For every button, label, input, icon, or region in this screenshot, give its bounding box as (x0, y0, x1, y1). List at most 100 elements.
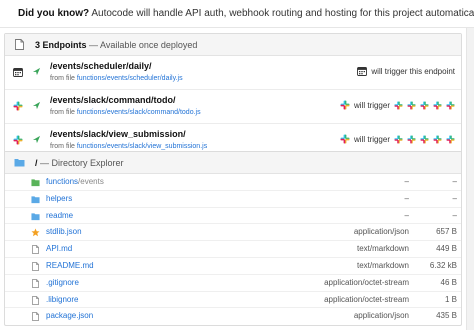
slack-icon (13, 135, 23, 145)
directory-path: / (35, 157, 38, 168)
folder-icon (31, 179, 40, 187)
file-size: – (452, 177, 457, 186)
file-name-text: readme (46, 210, 74, 220)
file-size: 6.32 kB (429, 260, 457, 270)
endpoint-file-link[interactable]: functions/events/slack/command/todo.js (77, 109, 201, 116)
file-name[interactable]: API.md (46, 244, 72, 253)
banner-message: Autocode will handle API auth, webhook r… (91, 8, 474, 19)
file-size: – (452, 193, 457, 203)
file-name[interactable]: functions/events (46, 177, 104, 186)
directory-row[interactable]: .libignore application/octet-stream 1 B (5, 292, 461, 309)
file-name-text: helpers (46, 193, 73, 203)
endpoint-file-link[interactable]: functions/events/scheduler/daily.js (77, 75, 183, 82)
from-file-label: from file (50, 143, 75, 150)
file-name[interactable]: package.json (46, 311, 93, 320)
file-name[interactable]: .libignore (46, 295, 78, 304)
directory-header: / — Directory Explorer (5, 152, 461, 174)
file-subpath: /events (78, 177, 104, 186)
file-icon (32, 295, 39, 305)
folder-icon (31, 212, 40, 220)
endpoint-source: from file functions/events/scheduler/dai… (50, 75, 183, 82)
trigger-text: will trigger (353, 100, 390, 110)
slack-icon (407, 134, 416, 144)
file-name-text: package.json (46, 311, 94, 321)
file-name[interactable]: stdlib.json (46, 227, 82, 236)
directory-row[interactable]: README.md text/markdown 6.32 kB (5, 258, 461, 275)
directory-title: / — Directory Explorer (35, 158, 124, 168)
directory-row[interactable]: readme – – (5, 208, 461, 225)
directory-row[interactable]: stdlib.json application/json 657 B (5, 224, 461, 242)
file-name-text: functions (46, 177, 79, 186)
slack-icon (420, 134, 429, 144)
trigger-info: will trigger (340, 100, 455, 110)
slack-icon (340, 134, 350, 144)
folder-icon (13, 157, 25, 169)
slack-icon (446, 134, 455, 144)
endpoint-row[interactable]: /events/scheduler/daily/from file functi… (5, 56, 461, 90)
directory-panel: / — Directory Explorer functions/events –… (4, 151, 462, 327)
directory-row[interactable]: .gitignore application/octet-stream 46 B (5, 275, 461, 292)
file-type: – (404, 210, 409, 220)
file-size: 46 B (440, 277, 457, 287)
did-you-know-banner: Did you know? Autocode will handle API a… (0, 0, 474, 28)
slack-icon (13, 101, 23, 111)
file-name-text: stdlib.json (46, 227, 82, 237)
document-icon (13, 39, 25, 51)
file-name[interactable]: README.md (46, 261, 94, 270)
file-name-text: .gitignore (46, 277, 79, 287)
directory-row[interactable]: helpers – – (5, 191, 461, 208)
file-type: – (404, 177, 409, 186)
send-arrow-icon (32, 101, 41, 110)
endpoints-header: 3 Endpoints — Available once deployed (5, 34, 461, 56)
file-name[interactable]: helpers (46, 194, 72, 203)
slack-icon (433, 134, 442, 144)
from-file-label: from file (50, 109, 75, 116)
endpoint-source: from file functions/events/slack/command… (50, 109, 201, 116)
slack-icon (407, 100, 416, 110)
file-type: application/json (353, 227, 409, 237)
directory-row[interactable]: functions/events – – (5, 174, 461, 191)
endpoint-source: from file functions/events/slack/view_su… (50, 143, 207, 150)
file-name[interactable]: readme (46, 211, 73, 220)
endpoints-list: /events/scheduler/daily/from file functi… (5, 56, 461, 158)
file-type: application/octet-stream (324, 277, 409, 287)
calendar-icon (357, 67, 368, 76)
banner-text: Did you know? Autocode will handle API a… (18, 8, 474, 19)
file-type: application/json (353, 311, 409, 321)
trigger-text: will trigger this endpoint (371, 66, 455, 76)
file-icon (32, 262, 39, 271)
endpoint-path[interactable]: /events/scheduler/daily/ (50, 61, 152, 71)
endpoints-subtitle: — Available once deployed (89, 39, 198, 50)
endpoint-row[interactable]: /events/slack/command/todo/from file fun… (5, 90, 461, 124)
calendar-icon (13, 68, 23, 77)
directory-row[interactable]: package.json application/json 435 B (5, 308, 461, 325)
file-size: 1 B (444, 294, 457, 304)
directory-list: functions/events – – helpers – – readme – – stdli… (5, 174, 461, 325)
file-icon (32, 312, 39, 322)
star-icon (31, 228, 40, 237)
endpoints-title: 3 Endpoints — Available once deployed (35, 40, 197, 50)
trigger-info: will trigger (340, 134, 455, 144)
send-arrow-icon (32, 67, 41, 76)
file-type: – (404, 193, 409, 203)
send-arrow-icon (32, 135, 41, 144)
scrollbar[interactable] (466, 28, 474, 330)
directory-row[interactable]: API.md text/markdown 449 B (5, 241, 461, 258)
file-name[interactable]: .gitignore (46, 278, 79, 287)
slack-icon (340, 100, 350, 110)
endpoint-file-link[interactable]: functions/events/slack/view_submission.j… (77, 143, 207, 150)
banner-lead: Did you know? (18, 8, 90, 19)
endpoints-panel: 3 Endpoints — Available once deployed /e… (4, 33, 462, 159)
slack-icon (446, 100, 455, 110)
from-file-label: from file (50, 75, 75, 82)
file-size: 657 B (436, 227, 457, 237)
endpoint-path[interactable]: /events/slack/view_submission/ (50, 129, 186, 139)
endpoints-count: 3 Endpoints (35, 39, 87, 50)
file-name-text: README.md (46, 260, 94, 270)
file-icon (32, 245, 39, 255)
slack-icon (394, 100, 403, 110)
file-size: 449 B (436, 244, 457, 254)
folder-icon (31, 196, 40, 203)
slack-icon (433, 100, 442, 110)
endpoint-path[interactable]: /events/slack/command/todo/ (50, 95, 176, 105)
